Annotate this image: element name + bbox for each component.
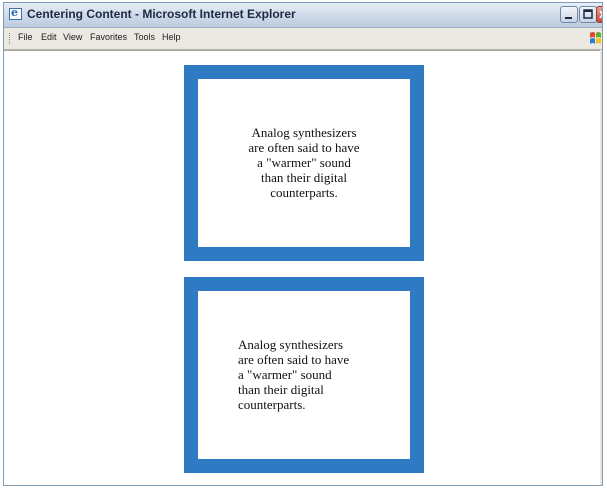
text-line: are often said to have xyxy=(248,140,360,155)
menu-tools[interactable]: Tools xyxy=(134,32,155,42)
maximize-button[interactable] xyxy=(579,6,597,23)
text-line: are often said to have xyxy=(238,352,350,367)
left-aligned-text-box: Analog synthesizers are often said to ha… xyxy=(184,277,424,473)
left-aligned-box-text: Analog synthesizers are often said to ha… xyxy=(238,337,378,412)
menu-file[interactable]: File xyxy=(18,32,33,42)
menu-help[interactable]: Help xyxy=(162,32,181,42)
menu-view[interactable]: View xyxy=(63,32,82,42)
scrollbar-track[interactable] xyxy=(600,50,602,485)
browser-window: e Centering Content - Microsoft Internet… xyxy=(3,2,603,486)
close-button[interactable] xyxy=(596,6,602,23)
minimize-button[interactable] xyxy=(560,6,578,23)
minimize-icon xyxy=(565,17,572,19)
centered-box-text: Analog synthesizers are often said to ha… xyxy=(198,125,410,200)
text-line: Analog synthesizers xyxy=(251,125,357,140)
window-title: Centering Content - Microsoft Internet E… xyxy=(27,7,296,21)
text-line: Analog synthesizers xyxy=(238,337,344,352)
title-bar[interactable]: e Centering Content - Microsoft Internet… xyxy=(4,3,602,28)
centered-text-box: Analog synthesizers are often said to ha… xyxy=(184,65,424,261)
text-line: a "warmer" sound xyxy=(257,155,351,170)
text-line: than their digital xyxy=(238,382,324,397)
text-line: than their digital xyxy=(261,170,347,185)
menu-edit[interactable]: Edit xyxy=(41,32,57,42)
page-viewport[interactable]: Analog synthesizers are often said to ha… xyxy=(4,50,600,485)
close-icon xyxy=(599,10,602,19)
maximize-icon xyxy=(583,9,593,19)
text-line: a "warmer" sound xyxy=(238,367,332,382)
text-line: counterparts. xyxy=(270,185,338,200)
toolbar-grip[interactable] xyxy=(9,33,12,44)
ie-logo-icon[interactable]: e xyxy=(9,6,22,20)
text-line: counterparts. xyxy=(238,397,306,412)
menu-bar: File Edit View Favorites Tools Help xyxy=(4,28,602,50)
windows-logo-icon xyxy=(590,32,601,44)
menu-favorites[interactable]: Favorites xyxy=(90,32,127,42)
